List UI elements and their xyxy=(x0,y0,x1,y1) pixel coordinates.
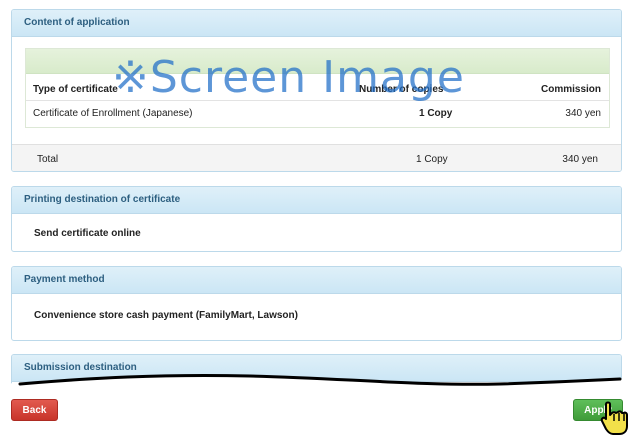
payment-method-value: Convenience store cash payment (FamilyMa… xyxy=(34,310,298,321)
certificate-table: Type of certificate Number of copies Com… xyxy=(25,48,610,128)
column-header-commission: Commission xyxy=(540,84,601,95)
row-copies: 1 Copy xyxy=(419,108,453,119)
table-row: Certificate of Enrollment (Japanese) 1 C… xyxy=(26,102,609,124)
total-copies: 1 Copy xyxy=(416,154,448,165)
payment-panel-title: Payment method xyxy=(12,267,621,294)
row-certificate-type: Certificate of Enrollment (Japanese) xyxy=(33,108,193,119)
page-cut-wave xyxy=(0,373,628,398)
total-commission: 340 yen xyxy=(562,154,598,165)
back-button[interactable]: Back xyxy=(11,399,58,421)
row-commission: 340 yen xyxy=(565,108,601,119)
column-header-copies: Number of copies xyxy=(359,84,444,95)
printing-destination-panel: Printing destination of certificate Send… xyxy=(11,186,622,252)
payment-method-panel: Payment method Convenience store cash pa… xyxy=(11,266,622,341)
table-header-band xyxy=(26,49,609,74)
content-of-application-panel: Content of application Type of certifica… xyxy=(11,9,622,172)
total-row: Total 1 Copy 340 yen xyxy=(12,144,621,171)
printing-destination-value: Send certificate online xyxy=(34,228,141,239)
table-header-row: Type of certificate Number of copies Com… xyxy=(26,78,609,101)
pointing-hand-cursor-icon xyxy=(600,401,628,435)
total-label: Total xyxy=(37,154,59,165)
content-panel-title: Content of application xyxy=(12,10,621,37)
column-header-type: Type of certificate xyxy=(33,84,118,95)
printing-panel-title: Printing destination of certificate xyxy=(12,187,621,214)
